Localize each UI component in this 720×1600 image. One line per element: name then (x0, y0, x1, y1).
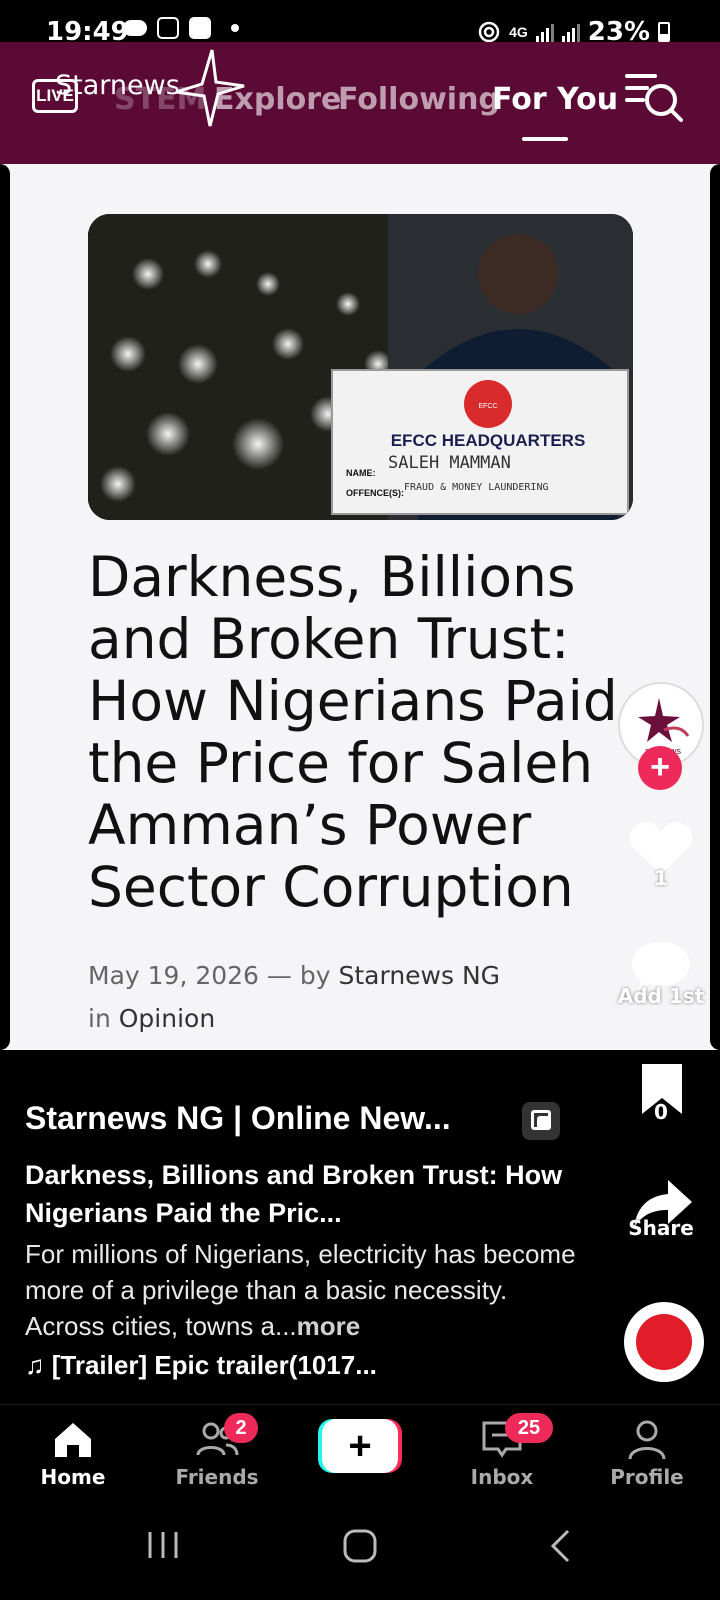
board-title: EFCC HEADQUARTERS (391, 431, 586, 450)
article-category-line: in Opinion (88, 1004, 215, 1033)
home-circle-icon[interactable] (342, 1528, 378, 1564)
system-nav-bar (0, 1506, 720, 1600)
caption-title: Darkness, Billions and Broken Trust: How… (25, 1160, 563, 1228)
battery-icon (658, 22, 670, 42)
home-icon (55, 1423, 91, 1457)
like-count: 1 (654, 866, 668, 890)
music-track-title: [Trailer] Epic trailer(1017... (51, 1350, 377, 1380)
create-icon: + (322, 1419, 398, 1473)
menu-search-icon[interactable] (625, 72, 685, 124)
weather-cloud-icon (123, 20, 147, 36)
music-track[interactable]: ♫ [Trailer] Epic trailer(1017... (25, 1350, 377, 1381)
by-label: by (299, 961, 331, 990)
nav-home[interactable]: Home (18, 1417, 128, 1489)
signal-icon (535, 22, 554, 42)
status-bar: 19:49 4G 23% (0, 0, 720, 47)
nav-profile-label: Profile (610, 1465, 684, 1489)
bookmark-count: 0 (654, 1100, 668, 1124)
tab-for-you[interactable]: For You (492, 82, 618, 117)
tab-explore[interactable]: Explore (214, 82, 341, 117)
hotspot-icon (478, 21, 500, 43)
music-disc-icon[interactable] (624, 1302, 704, 1382)
comment-count: Add 1st (617, 984, 705, 1008)
network-type: 4G (509, 24, 528, 40)
article-date: May 19, 2026 (88, 961, 259, 990)
nav-inbox-label: Inbox (470, 1465, 534, 1489)
nav-inbox[interactable]: Inbox 25 (447, 1413, 557, 1489)
source-name[interactable]: Starnews NG | Online New... (25, 1100, 451, 1137)
checkbox-icon (189, 17, 211, 39)
board-name-label: NAME: (346, 468, 376, 478)
signal-icon-2 (561, 22, 580, 42)
right-edge (710, 164, 720, 1050)
nav-friends-label: Friends (175, 1465, 259, 1489)
left-edge (0, 164, 10, 1050)
notification-icons (123, 17, 239, 39)
instagram-icon (157, 17, 179, 39)
active-tab-indicator (522, 137, 568, 141)
top-nav: LIVE Starnews STEM Explore Following For… (0, 42, 720, 164)
board-name-value: SALEH MAMMAN (388, 453, 511, 473)
article-content[interactable]: EFCC EFCC HEADQUARTERS NAME: SALEH MAMMA… (0, 164, 720, 1050)
music-disc-logo (636, 1314, 692, 1370)
share-label: Share (628, 1216, 694, 1240)
recent-apps-icon[interactable] (146, 1528, 180, 1562)
hero-photo: EFCC EFCC HEADQUARTERS NAME: SALEH MAMMA… (88, 214, 633, 520)
article-category[interactable]: Opinion (119, 1004, 215, 1033)
create-button[interactable]: + (318, 1419, 402, 1473)
friends-badge: 2 (224, 1413, 258, 1443)
profile-icon (628, 1420, 666, 1460)
efcc-logo-text: EFCC (478, 403, 497, 410)
article-headline: Darkness, Billions and Broken Trust: How… (88, 545, 618, 919)
caption-description: For millions of Nigerians, electricity h… (25, 1236, 585, 1344)
nav-home-label: Home (40, 1465, 106, 1489)
board-offence-label: OFFENCE(S): (346, 488, 404, 498)
in-label: in (88, 1004, 111, 1033)
article-author[interactable]: Starnews NG (339, 961, 501, 990)
article-hero-image[interactable]: EFCC EFCC HEADQUARTERS NAME: SALEH MAMMA… (88, 214, 633, 520)
nav-profile[interactable]: Profile (592, 1417, 702, 1489)
more-link[interactable]: more (297, 1311, 361, 1341)
inbox-badge: 25 (505, 1413, 553, 1443)
music-note-icon: ♫ (25, 1350, 45, 1380)
tab-following[interactable]: Following (338, 82, 500, 117)
back-icon[interactable] (548, 1528, 572, 1564)
board-offence-value: FRAUD & MONEY LAUNDERING (404, 482, 549, 493)
follow-plus-button[interactable]: + (638, 746, 682, 790)
tab-stem[interactable]: STEM (114, 82, 206, 117)
article-meta: May 19, 2026 — by Starnews NG (88, 961, 500, 990)
copy-link-icon[interactable] (522, 1102, 560, 1140)
meta-dash: — (266, 961, 292, 990)
nav-friends[interactable]: Friends 2 (162, 1413, 272, 1489)
dot-icon (231, 24, 239, 32)
bottom-nav: Home Friends 2 + Inbox 25 Profile (0, 1404, 720, 1506)
